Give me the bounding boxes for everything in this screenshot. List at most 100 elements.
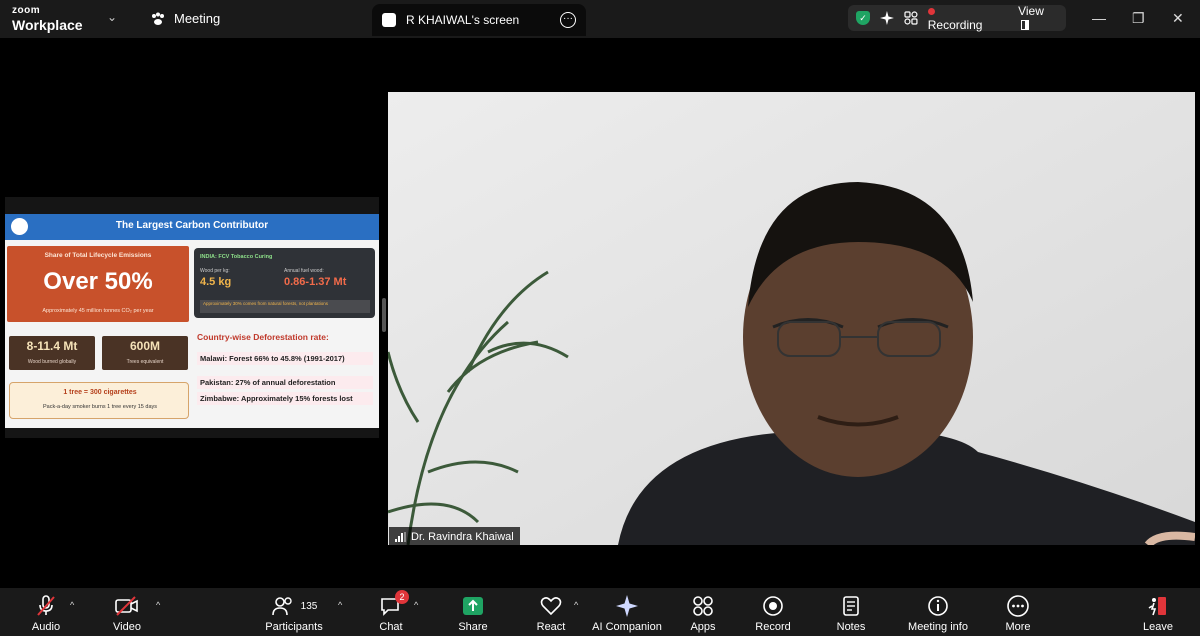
participant-name: Dr. Ravindra Khaiwal: [411, 530, 514, 543]
chevron-down-icon[interactable]: ⌄: [107, 10, 117, 24]
brand-top: zoom: [12, 5, 41, 16]
react-button[interactable]: React: [511, 594, 591, 633]
slide-content: The Largest Carbon Contributor Share of …: [5, 214, 379, 428]
more-label: More: [1005, 621, 1031, 633]
india-card: INDIA: FCV Tobacco Curing Wood per kg: A…: [194, 248, 375, 318]
recording-label: Recording: [927, 18, 983, 32]
apps-icon[interactable]: [904, 11, 918, 25]
tree-line: 1 tree = 300 cigarettes: [63, 389, 137, 396]
security-shield-icon[interactable]: ✓: [856, 11, 870, 25]
trees-stat-label: Trees equivalent: [126, 359, 164, 365]
chat-label: Chat: [379, 621, 403, 633]
notes-button[interactable]: Notes: [811, 594, 891, 633]
screen-tab-label: R KHAIWAL's screen: [406, 13, 520, 27]
signal-strength-icon: [395, 531, 406, 542]
view-button[interactable]: View: [1018, 4, 1058, 32]
india-value-1: 4.5 kg: [200, 276, 232, 288]
participant-nameplate: Dr. Ravindra Khaiwal: [389, 527, 520, 546]
deforestation-pakistan: Pakistan: 27% of annual deforestation: [197, 376, 373, 389]
slide-header: The Largest Carbon Contributor: [5, 214, 379, 240]
apps-grid-icon: [693, 596, 713, 616]
wood-stat-label: Wood burned globally: [27, 359, 77, 365]
record-label: Record: [755, 621, 791, 633]
minimize-icon[interactable]: —: [1092, 10, 1106, 26]
restore-icon[interactable]: ❐: [1132, 10, 1145, 27]
india-label-1: Wood per kg:: [200, 268, 230, 274]
zoom-logo: zoom Workplace: [12, 5, 83, 33]
india-note: Approximately 30% comes from natural for…: [200, 300, 370, 313]
participant-video[interactable]: [388, 92, 1195, 545]
trees-stat-value: 600M: [129, 339, 161, 353]
emissions-caption: Share of Total Lifecycle Emissions: [44, 252, 152, 259]
brand-bottom: Workplace: [12, 17, 83, 33]
record-button[interactable]: Record: [733, 594, 813, 633]
notes-icon: [843, 596, 859, 616]
share-button[interactable]: Share: [433, 594, 513, 633]
meeting-info-button[interactable]: Meeting info: [898, 594, 978, 633]
react-options-chevron-icon[interactable]: ^: [574, 600, 578, 610]
video-frame: [388, 92, 1195, 545]
deforestation-title: Country-wise Deforestation rate:: [197, 332, 329, 342]
ai-companion-button[interactable]: AI Companion: [587, 594, 667, 633]
participants-icon: [271, 597, 292, 616]
notes-label: Notes: [836, 621, 866, 633]
tree-sub: Pack-a-day smoker burns 1 tree every 15 …: [42, 404, 158, 410]
video-options-chevron-icon[interactable]: ^: [156, 600, 160, 610]
recording-indicator[interactable]: Recording: [927, 4, 994, 32]
audio-label: Audio: [31, 621, 61, 633]
emissions-value: Over 50%: [43, 268, 153, 295]
emissions-sub: Approximately 45 million tonnes CO₂ per …: [42, 308, 154, 314]
react-label: React: [536, 621, 566, 633]
meeting-menu[interactable]: Meeting: [150, 11, 220, 26]
cigarette-equivalence-box: 1 tree = 300 cigarettes Pack-a-day smoke…: [9, 382, 189, 419]
apps-label: Apps: [690, 621, 716, 633]
info-icon: [928, 596, 948, 616]
deforestation-malawi: Malawi: Forest 66% to 45.8% (1991-2017): [197, 352, 373, 365]
leave-icon: [1148, 597, 1166, 616]
participants-options-chevron-icon[interactable]: ^: [338, 600, 342, 610]
recording-dot-icon: [927, 8, 935, 15]
meeting-label: Meeting: [174, 11, 221, 26]
ai-companion-label: AI Companion: [592, 621, 662, 633]
chat-badge: 2: [395, 590, 409, 604]
india-header: INDIA: FCV Tobacco Curing: [200, 254, 273, 260]
india-label-2: Annual fuel wood:: [284, 268, 324, 274]
chat-options-chevron-icon[interactable]: ^: [414, 600, 418, 610]
apps-button[interactable]: Apps: [663, 594, 743, 633]
view-label: View: [1018, 4, 1044, 18]
record-icon: [763, 596, 783, 616]
close-icon[interactable]: ✕: [1172, 10, 1184, 27]
slide-title: The Largest Carbon Contributor: [115, 220, 269, 231]
share-label: Share: [458, 621, 488, 633]
chat-button[interactable]: 2 Chat: [351, 590, 431, 633]
more-button[interactable]: More: [978, 594, 1058, 633]
participants-count: 135: [300, 600, 318, 612]
view-layout-icon: [1021, 20, 1030, 30]
meeting-info-label: Meeting info: [908, 621, 968, 633]
wood-stat-value: 8-11.4 Mt: [26, 339, 78, 353]
video-label: Video: [113, 621, 141, 633]
more-options-icon[interactable]: ···: [560, 12, 576, 28]
participants-button[interactable]: 135 Participants: [254, 594, 334, 633]
screen-icon: [382, 13, 396, 27]
splitter-handle[interactable]: [382, 298, 386, 332]
audio-options-chevron-icon[interactable]: ^: [70, 600, 74, 610]
leave-label: Leave: [1143, 621, 1173, 633]
participants-label: Participants: [265, 621, 323, 633]
trees-stat-card: 600M Trees equivalent: [102, 336, 188, 370]
title-bar: zoom Workplace ⌄ Meeting R KHAIWAL's scr…: [0, 0, 1200, 38]
ai-sparkle-icon[interactable]: [879, 11, 894, 25]
deforestation-zimbabwe: Zimbabwe: Approximately 15% forests lost: [197, 392, 373, 405]
shared-screen[interactable]: The Largest Carbon Contributor Share of …: [5, 197, 379, 438]
meeting-status-bar: ✓ Recording View: [848, 4, 1066, 32]
zoom-window: zoom Workplace ⌄ Meeting R KHAIWAL's scr…: [0, 0, 1200, 636]
heart-icon: [540, 597, 562, 616]
video-off-icon: [115, 596, 138, 616]
screen-share-tab[interactable]: R KHAIWAL's screen ···: [372, 4, 586, 36]
paw-icon: [152, 12, 164, 25]
meeting-toolbar: Audio ^ Video ^ 135 Participants ^ 2 Cha…: [0, 588, 1200, 636]
video-button[interactable]: Video: [87, 594, 167, 633]
india-value-2: 0.86-1.37 Mt: [284, 276, 347, 288]
emissions-card: Share of Total Lifecycle Emissions Over …: [7, 246, 189, 322]
leave-button[interactable]: Leave: [1118, 594, 1198, 633]
